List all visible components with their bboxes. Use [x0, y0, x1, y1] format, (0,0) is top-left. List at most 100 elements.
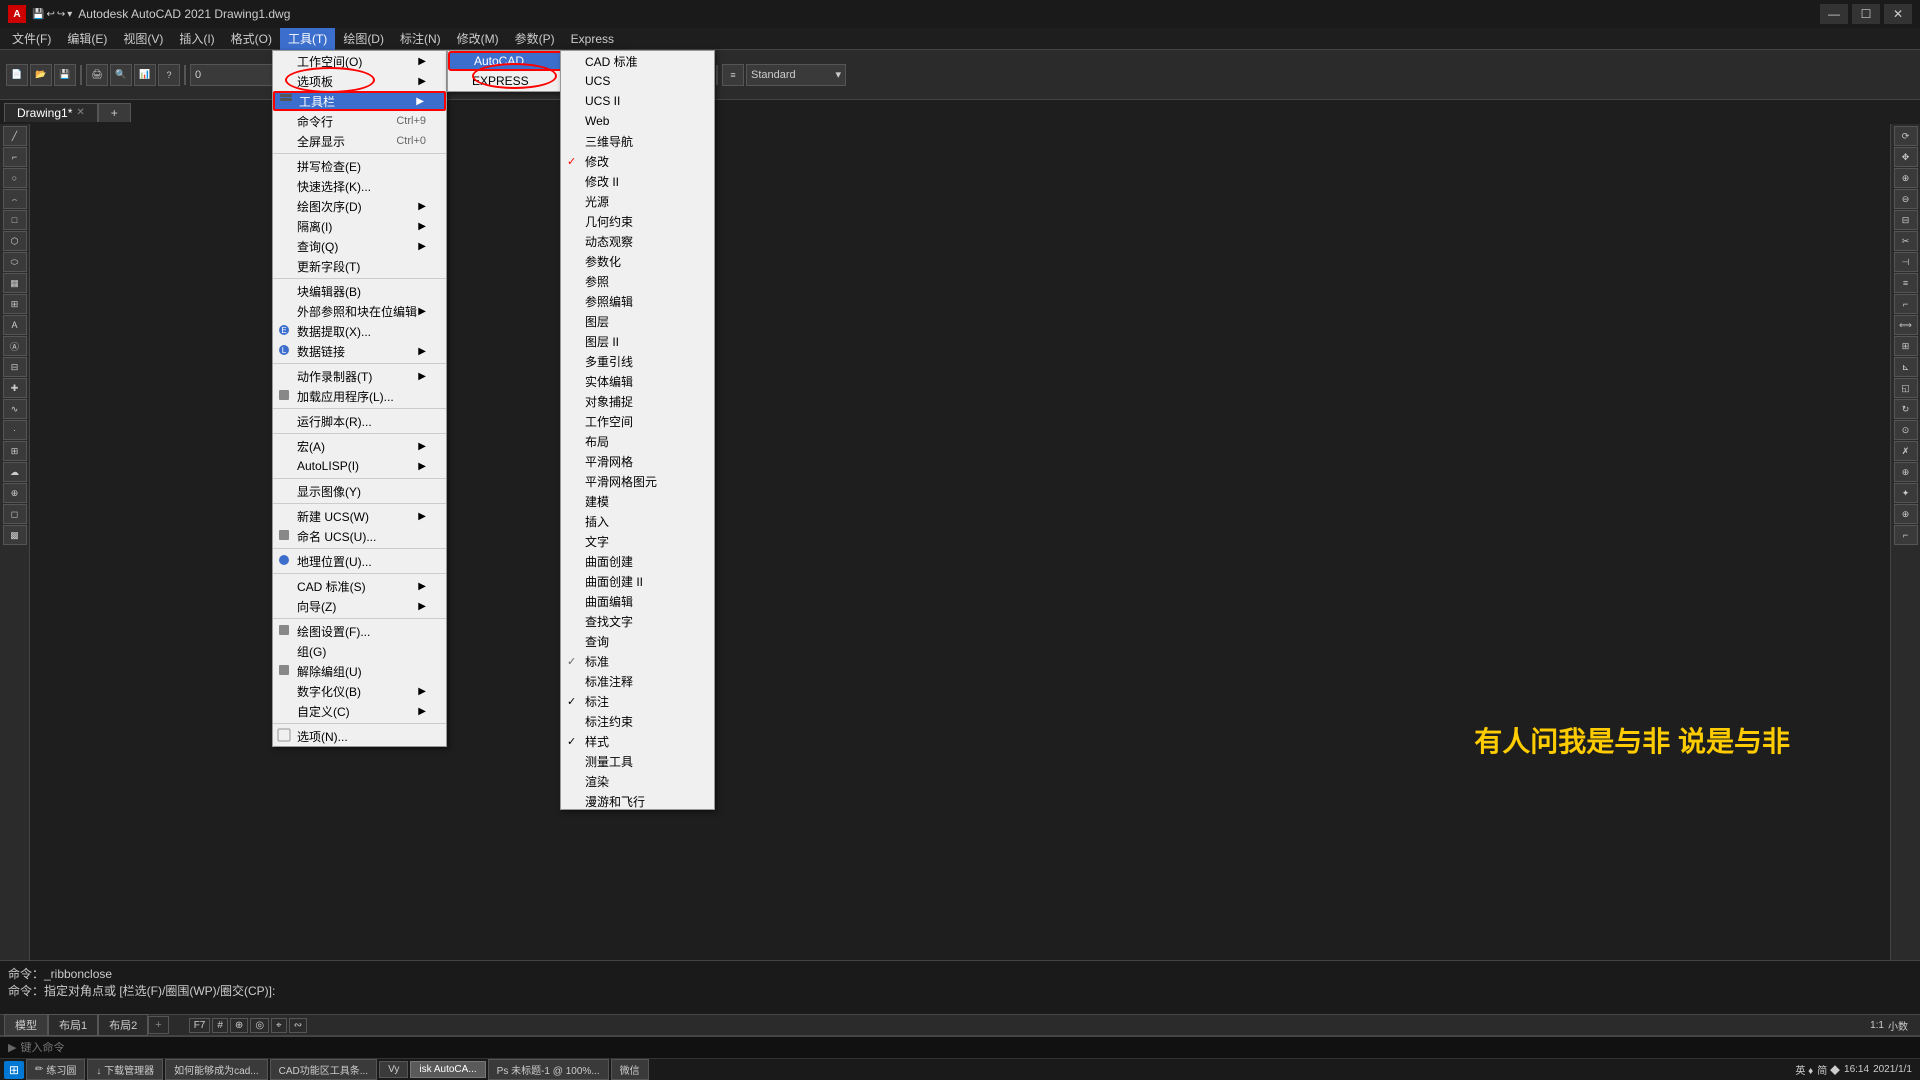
zoom-extents[interactable]: ⊟ — [1894, 210, 1918, 230]
menu-updatefield[interactable]: 更新字段(T) — [273, 256, 446, 276]
menu-customize[interactable]: 自定义(C) ▶ — [273, 701, 446, 721]
pan-tool[interactable]: ✥ — [1894, 147, 1918, 167]
tb-reference[interactable]: 参照 — [561, 271, 714, 291]
menu-edit[interactable]: 编辑(E) — [59, 28, 115, 50]
menu-blockeditor[interactable]: 块编辑器(B) — [273, 281, 446, 301]
move-tool[interactable]: ⊕ — [1894, 462, 1918, 482]
draw-xline[interactable]: ✚ — [3, 378, 27, 398]
menu-toolbars[interactable]: 工具栏 ▶ — [273, 91, 446, 111]
tb-text[interactable]: 文字 — [561, 531, 714, 551]
tb-surfedit[interactable]: 曲面编辑 — [561, 591, 714, 611]
menu-draftsettings[interactable]: 绘图设置(F)... — [273, 621, 446, 641]
insert-block[interactable]: ⊟ — [3, 357, 27, 377]
menu-datalink[interactable]: L 数据链接 ▶ — [273, 341, 446, 361]
tb-geoconstraint[interactable]: 几何约束 — [561, 211, 714, 231]
menu-inquiry[interactable]: 查询(Q) ▶ — [273, 236, 446, 256]
menu-nameducs[interactable]: 命名 UCS(U)... — [273, 526, 446, 546]
fillet-tool[interactable]: ⌐ — [1894, 294, 1918, 314]
chamfer-tool[interactable]: ⌐ — [1894, 525, 1918, 545]
menu-spell[interactable]: 拼写检查(E) — [273, 156, 446, 176]
tab-model[interactable]: 模型 — [4, 1014, 48, 1036]
tb-dimconstraint[interactable]: 标注约束 — [561, 711, 714, 731]
menu-params[interactable]: 参数(P) — [507, 28, 563, 50]
draw-arc[interactable]: ⌢ — [3, 189, 27, 209]
menu-draw[interactable]: 绘图(D) — [335, 28, 392, 50]
menu-insert[interactable]: 插入(I) — [171, 28, 222, 50]
tb-render[interactable]: 渲染 — [561, 771, 714, 791]
ortho-button[interactable]: ⊕ — [230, 1018, 248, 1033]
tb-refedit[interactable]: 参照编辑 — [561, 291, 714, 311]
tab-new[interactable]: + — [98, 103, 131, 122]
tb-cad-standard[interactable]: CAD 标准 — [561, 51, 714, 71]
zoom-out[interactable]: ⊖ — [1894, 189, 1918, 209]
draw-region[interactable]: ⊞ — [3, 294, 27, 314]
menu-format[interactable]: 格式(O) — [223, 28, 280, 50]
menu-quickselect[interactable]: 快速选择(K)... — [273, 176, 446, 196]
otrack-button[interactable]: ∾ — [289, 1018, 307, 1033]
draw-mtext[interactable]: Ⓐ — [3, 336, 27, 356]
join-tool[interactable]: ⊕ — [1894, 504, 1918, 524]
tb-multileader[interactable]: 多重引线 — [561, 351, 714, 371]
tab-layout2[interactable]: 布局2 — [98, 1014, 148, 1036]
menu-actionrecorder[interactable]: 动作录制器(T) ▶ — [273, 366, 446, 386]
preview-button[interactable]: 🔍 — [110, 64, 132, 86]
draw-hatch[interactable]: ▦ — [3, 273, 27, 293]
menu-isolate[interactable]: 隔离(I) ▶ — [273, 216, 446, 236]
tb-standard[interactable]: ✓ 标准 — [561, 651, 714, 671]
linetype-dropdown[interactable]: Standard▾ — [746, 64, 846, 86]
save-button[interactable]: 💾 — [54, 64, 76, 86]
menu-displayimage[interactable]: 显示图像(Y) — [273, 481, 446, 501]
tb-parametric[interactable]: 参数化 — [561, 251, 714, 271]
menu-cadstandard[interactable]: CAD 标准(S) ▶ — [273, 576, 446, 596]
orbit-tool[interactable]: ⟳ — [1894, 126, 1918, 146]
menu-xref-edit[interactable]: 外部参照和块在位编辑 ▶ — [273, 301, 446, 321]
menu-geolocation[interactable]: 地理位置(U)... — [273, 551, 446, 571]
menu-express[interactable]: Express — [563, 28, 622, 50]
tb-standardanno[interactable]: 标准注释 — [561, 671, 714, 691]
draw-table[interactable]: ⊞ — [3, 441, 27, 461]
tab-add[interactable]: + — [148, 1016, 168, 1034]
tb-workspace[interactable]: 工作空间 — [561, 411, 714, 431]
tb-modeling[interactable]: 建模 — [561, 491, 714, 511]
grid-button[interactable]: # — [212, 1018, 228, 1033]
explode-tool[interactable]: ✦ — [1894, 483, 1918, 503]
tb-layer2[interactable]: 图层 II — [561, 331, 714, 351]
linetype-icon[interactable]: ≡ — [722, 64, 744, 86]
tab-layout1[interactable]: 布局1 — [48, 1014, 98, 1036]
tb-web[interactable]: Web — [561, 111, 714, 131]
save-icon[interactable]: 💾 — [32, 9, 44, 20]
tb-findtext[interactable]: 查找文字 — [561, 611, 714, 631]
tb-solidedit[interactable]: 实体编辑 — [561, 371, 714, 391]
draw-text[interactable]: A — [3, 315, 27, 335]
tb-3dnav[interactable]: 三维导航 — [561, 131, 714, 151]
menu-modify[interactable]: 修改(M) — [449, 28, 507, 50]
tb-ucs2[interactable]: UCS II — [561, 91, 714, 111]
open-button[interactable]: 📂 — [30, 64, 52, 86]
draw-cloud[interactable]: ☁ — [3, 462, 27, 482]
trim-tool[interactable]: ✂ — [1894, 231, 1918, 251]
draw-rect[interactable]: □ — [3, 210, 27, 230]
menu-group[interactable]: 组(G) — [273, 641, 446, 661]
redo-icon[interactable]: ↪ — [57, 9, 65, 20]
tb-measuretool[interactable]: 测量工具 — [561, 751, 714, 771]
draw-polygon[interactable]: ⬡ — [3, 231, 27, 251]
gradient[interactable]: ▩ — [3, 525, 27, 545]
menu-dataextract[interactable]: E 数据提取(X)... — [273, 321, 446, 341]
windows-start[interactable]: ⊞ — [4, 1061, 24, 1079]
taskbar-wechat[interactable]: 微信 — [611, 1059, 649, 1080]
extend-tool[interactable]: ⊣ — [1894, 252, 1918, 272]
rotate-tool[interactable]: ↻ — [1894, 399, 1918, 419]
command-input[interactable] — [20, 1042, 320, 1054]
snap-tools[interactable]: ⊕ — [3, 483, 27, 503]
tb-dimension[interactable]: ✓ 标注 — [561, 691, 714, 711]
tb-light[interactable]: 光源 — [561, 191, 714, 211]
menu-runscript[interactable]: 运行脚本(R)... — [273, 411, 446, 431]
snap-button[interactable]: F7 — [189, 1018, 211, 1033]
menu-newucs[interactable]: 新建 UCS(W) ▶ — [273, 506, 446, 526]
menu-view[interactable]: 视图(V) — [115, 28, 171, 50]
draw-polyline[interactable]: ⌐ — [3, 147, 27, 167]
menu-autolisp[interactable]: AutoLISP(I) ▶ — [273, 456, 446, 476]
draw-ellipse[interactable]: ⬭ — [3, 252, 27, 272]
tb-insert[interactable]: 插入 — [561, 511, 714, 531]
menu-file[interactable]: 文件(F) — [4, 28, 59, 50]
